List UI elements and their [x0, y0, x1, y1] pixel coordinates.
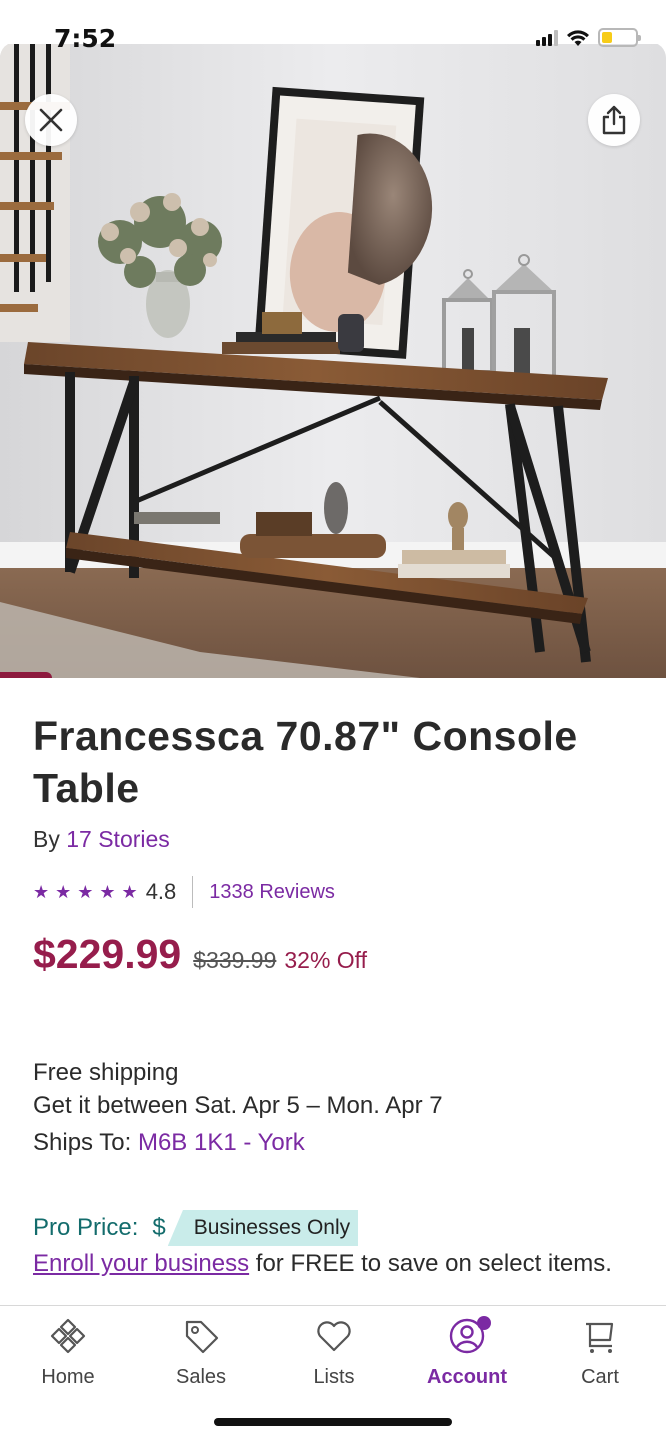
cart-icon: [578, 1314, 622, 1358]
nav-home-label: Home: [41, 1366, 95, 1388]
home-icon: [46, 1314, 90, 1358]
pro-price-dollar: $: [152, 1214, 166, 1241]
image-indicator: [0, 672, 52, 678]
discount-label: 32% Off: [284, 947, 368, 973]
close-button[interactable]: [25, 94, 77, 146]
status-bar: 7:52: [0, 0, 666, 53]
pro-price-label: Pro Price:: [33, 1214, 139, 1241]
ships-to-label: Ships To:: [33, 1129, 132, 1156]
wifi-icon: [567, 29, 589, 46]
home-indicator: [214, 1418, 452, 1426]
product-image[interactable]: [0, 42, 666, 678]
byline: By 17 Stories: [33, 826, 633, 853]
account-icon: [445, 1314, 491, 1358]
cellular-signal-icon: [536, 29, 558, 46]
product-photo: [0, 42, 666, 678]
nav-cart-label: Cart: [581, 1366, 619, 1388]
ships-to-location-link[interactable]: M6B 1K1 - York: [138, 1129, 305, 1156]
businesses-only-badge: Businesses Only: [167, 1210, 359, 1246]
rating-row[interactable]: ★★★★★ 4.8 1338 Reviews: [33, 875, 633, 909]
product-info: Francessca 70.87" Console Table By 17 St…: [33, 710, 633, 1281]
nav-lists-label: Lists: [313, 1366, 355, 1388]
price-row: $229.99 $339.99 32% Off: [33, 931, 633, 978]
shipping-info: Free shipping Get it between Sat. Apr 5 …: [33, 1056, 633, 1159]
close-icon: [39, 108, 63, 132]
brand-link[interactable]: 17 Stories: [66, 826, 170, 852]
star-rating-icon: ★★★★★: [33, 881, 144, 902]
heart-icon: [312, 1314, 356, 1358]
rating-divider: [192, 876, 194, 908]
enroll-text: Enroll your business for FREE to save on…: [33, 1247, 633, 1281]
by-label: By: [33, 826, 60, 852]
free-shipping-text: Free shipping: [33, 1059, 179, 1086]
tag-icon: [179, 1314, 223, 1358]
product-title: Francessca 70.87" Console Table: [33, 713, 578, 811]
nav-sales-label: Sales: [175, 1366, 227, 1388]
battery-icon: [598, 28, 641, 47]
nav-sales[interactable]: Sales: [165, 1314, 237, 1389]
reviews-link[interactable]: 1338 Reviews: [209, 881, 335, 904]
nav-account[interactable]: Account: [427, 1314, 507, 1389]
nav-cart[interactable]: Cart: [564, 1314, 636, 1389]
pro-price-row: Pro Price: $ Businesses Only: [33, 1209, 633, 1247]
share-icon: [602, 105, 626, 135]
status-icons: [536, 28, 641, 47]
enroll-description: for FREE to save on select items.: [249, 1250, 612, 1277]
status-time: 7:52: [54, 24, 117, 53]
nav-home[interactable]: Home: [32, 1314, 104, 1389]
nav-account-label: Account: [427, 1366, 507, 1388]
delivery-estimate: Get it between Sat. Apr 5 – Mon. Apr 7: [33, 1092, 443, 1119]
sale-price: $229.99: [33, 931, 182, 977]
bottom-nav: Home Sales Lists Account Cart: [0, 1305, 666, 1440]
notification-dot: [477, 1316, 491, 1330]
original-price: $339.99: [193, 947, 277, 973]
ships-to-row[interactable]: Ships To: M6B 1K1 - York: [33, 1126, 633, 1159]
share-button[interactable]: [588, 94, 640, 146]
enroll-business-link[interactable]: Enroll your business: [33, 1250, 249, 1277]
battery-level: [602, 32, 612, 43]
nav-lists[interactable]: Lists: [298, 1314, 370, 1389]
rating-value: 4.8: [145, 879, 177, 904]
